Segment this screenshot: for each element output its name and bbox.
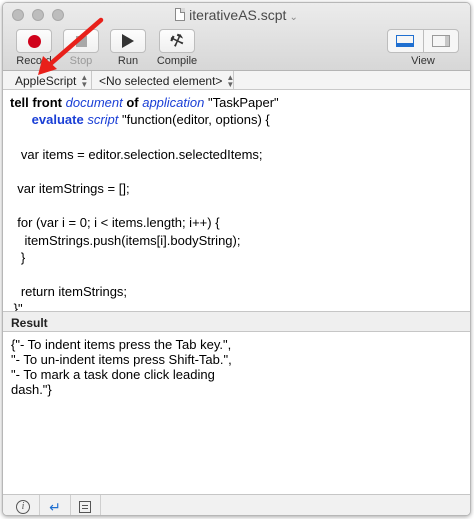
stop-label: Stop — [69, 55, 93, 67]
view-side-pane-button[interactable] — [422, 30, 459, 52]
view-toggle[interactable] — [387, 29, 459, 53]
list-icon — [79, 501, 91, 513]
code-token: var items = editor.selection.selectedIte… — [10, 146, 263, 162]
stop-icon — [75, 35, 87, 47]
window-title[interactable]: iterativeAS.scpt ⌄ — [3, 7, 470, 23]
bottom-divider — [100, 495, 101, 515]
compile-label: Compile — [156, 55, 198, 67]
info-icon: i — [16, 500, 30, 514]
code-token: "function(editor, options) { — [118, 112, 270, 128]
run-button[interactable] — [110, 29, 146, 53]
code-token: itemStrings.push(items[i].bodyString); — [10, 232, 241, 248]
return-icon: ↵ — [49, 499, 61, 515]
code-token: script — [87, 112, 119, 128]
compile-button[interactable]: ⚒ — [159, 29, 195, 53]
stop-button[interactable] — [63, 29, 99, 53]
code-token: tell — [10, 95, 33, 110]
record-icon — [27, 34, 41, 48]
bottom-divider — [70, 495, 71, 515]
code-token: } — [10, 249, 26, 265]
run-icon — [122, 34, 134, 48]
code-token: return itemStrings; — [10, 284, 128, 300]
view-bottom-pane-button[interactable] — [388, 30, 423, 52]
code-line: var items = editor.selection.selectedIte… — [10, 146, 470, 163]
code-line: } — [10, 249, 470, 266]
code-token: var itemStrings = []; — [10, 180, 130, 196]
code-token: "TaskPaper" — [204, 95, 279, 110]
script-editor[interactable]: tell front document of application "Task… — [3, 91, 470, 333]
code-token: document — [65, 95, 123, 110]
navbar-divider — [91, 71, 92, 90]
run-label: Run — [117, 55, 139, 67]
log-button[interactable] — [75, 499, 95, 515]
element-popup[interactable]: <No selected element> ▲ ▼ — [99, 73, 234, 88]
code-line: for (var i = 0; i < items.length; i++) { — [10, 214, 470, 231]
view-label: View — [411, 55, 435, 67]
code-token: for (var i = 0; i < items.length; i++) { — [10, 215, 220, 231]
bottom-divider — [39, 495, 40, 515]
document-icon — [175, 8, 186, 21]
code-token: evaluate — [31, 112, 84, 128]
hammer-icon: ⚒ — [167, 31, 187, 52]
code-token: application — [142, 95, 205, 110]
result-text[interactable]: {"- To indent items press the Tab key.",… — [3, 332, 470, 492]
selected-element: <No selected element> — [99, 73, 223, 88]
script-editor-window: iterativeAS.scpt ⌄ Record Stop Run ⚒ Comp… — [2, 2, 471, 516]
bottom-bar: i ↵ — [3, 494, 470, 515]
side-pane-icon — [431, 35, 450, 47]
description-button[interactable]: i — [13, 499, 33, 515]
navbar-divider — [233, 71, 234, 90]
title-chevron-icon[interactable]: ⌄ — [289, 12, 297, 23]
code-line: var itemStrings = []; — [10, 180, 470, 197]
code-line: evaluate script "function(editor, option… — [10, 111, 470, 128]
code-token: of — [122, 95, 143, 110]
record-label: Record — [16, 55, 52, 67]
code-line: itemStrings.push(items[i].bodyString); — [10, 232, 470, 249]
result-button[interactable]: ↵ — [45, 499, 65, 515]
window-title-text: iterativeAS.scpt — [189, 7, 287, 23]
language-name: AppleScript — [15, 73, 77, 88]
code-line: return itemStrings; — [10, 283, 470, 300]
record-button[interactable] — [16, 29, 52, 53]
updown-chevron-icon: ▲ ▼ — [80, 72, 89, 89]
bottom-pane-icon — [396, 35, 415, 47]
language-popup[interactable]: AppleScript ▲ ▼ — [15, 73, 88, 88]
title-toolbar: iterativeAS.scpt ⌄ Record Stop Run ⚒ Comp… — [3, 3, 470, 71]
code-token: front — [32, 95, 66, 110]
navigation-bar: AppleScript ▲ ▼ <No selected element> ▲ ▼ — [3, 71, 470, 90]
code-line: tell front document of application "Task… — [10, 94, 470, 111]
result-header: Result — [3, 311, 470, 332]
